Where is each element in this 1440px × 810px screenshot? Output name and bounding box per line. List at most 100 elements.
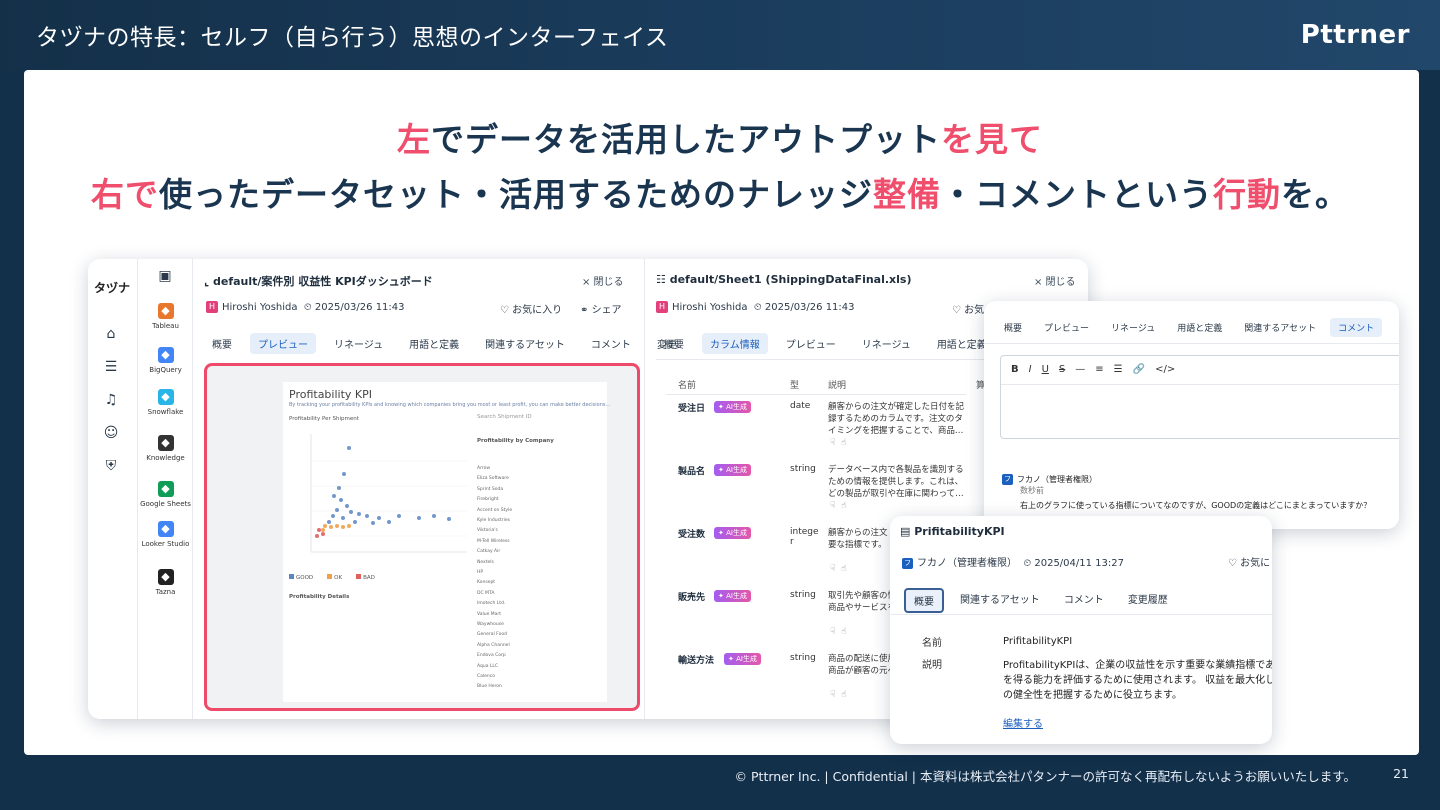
company-row[interactable]: Kyle Industries	[477, 518, 510, 523]
company-row[interactable]: HP	[477, 570, 483, 575]
tab-2[interactable]: リネージュ	[1103, 318, 1163, 337]
thumbs-down-icon[interactable]: ☟	[830, 564, 835, 574]
thumbs-up-icon[interactable]: ☝	[841, 438, 846, 448]
shipment-search[interactable]: Search Shipment ID	[477, 414, 532, 420]
toolbar-button-7[interactable]: 🔗	[1133, 364, 1145, 375]
headline-segment: 右で	[91, 175, 159, 214]
company-row[interactable]: Alpha Channel	[477, 643, 510, 648]
tab-1[interactable]: プレビュー	[1036, 318, 1097, 337]
source-1[interactable]: ◆ BigQuery	[138, 347, 193, 374]
thumbs-down-icon[interactable]: ☟	[830, 501, 835, 511]
company-row[interactable]: General Food	[477, 632, 507, 637]
edit-link[interactable]: 編集する	[1003, 715, 1043, 730]
column-name: 受注数	[678, 530, 706, 540]
company-row[interactable]: Sprint Soda	[477, 487, 503, 492]
tab-1[interactable]: プレビュー	[250, 333, 316, 354]
feedback-buttons: ☟ ☝	[830, 627, 847, 637]
tab-3[interactable]: 変更履歴	[1120, 588, 1176, 613]
headline-line-2: 右で使ったデータセット・活用するためのナレッジ整備・コメントという行動を。	[0, 168, 1440, 216]
database-icon[interactable]: ☰	[102, 358, 120, 376]
sheet-favorite-button[interactable]: ♡ お気	[952, 301, 984, 316]
company-row[interactable]: Waywhouse	[477, 622, 504, 627]
tab-0[interactable]: 概要	[996, 318, 1030, 337]
toolbar-button-2[interactable]: U	[1042, 364, 1049, 375]
source-label: Google Sheets	[140, 500, 191, 508]
source-3[interactable]: ◆ Knowledge	[138, 435, 193, 462]
comment-editor[interactable]: B I U S — ≡ ☰ 🔗 </>	[1000, 355, 1399, 439]
thumbs-up-icon[interactable]: ☝	[841, 501, 846, 511]
company-row[interactable]: Value Mart	[477, 612, 501, 617]
kpi-window: ▤ PrifitabilityKPI フフカノ（管理者権限） ⏲ 2025/04…	[890, 516, 1272, 744]
company-row[interactable]: Endova Corp	[477, 653, 506, 658]
company-row[interactable]: Accent on Style	[477, 508, 512, 513]
company-row[interactable]: Viktoria's	[477, 528, 498, 533]
source-0[interactable]: ◆ Tableau	[138, 303, 193, 330]
company-row[interactable]: Firebright	[477, 497, 498, 502]
source-5[interactable]: ◆ Looker Studio	[138, 521, 193, 548]
thumbs-up-icon[interactable]: ☝	[841, 627, 846, 637]
tab-5[interactable]: コメント	[1330, 318, 1383, 337]
tab-2[interactable]: プレビュー	[778, 333, 844, 354]
toolbar-button-6[interactable]: ☰	[1114, 364, 1123, 375]
tab-0[interactable]: 概要	[904, 588, 944, 613]
users-icon[interactable]: ☺	[102, 424, 120, 442]
tab-1[interactable]: カラム情報	[702, 333, 768, 354]
dashboard-favorite-button[interactable]: ♡ お気に入り	[500, 301, 562, 316]
tab-1[interactable]: 関連するアセット	[952, 588, 1048, 613]
toolbar-button-4[interactable]: —	[1075, 364, 1085, 375]
company-row[interactable]: Konsept	[477, 580, 495, 585]
tab-3[interactable]: 用語と定義	[1169, 318, 1230, 337]
company-row[interactable]: M-Tell Wireless	[477, 539, 510, 544]
bell-icon[interactable]: ♫	[102, 391, 120, 409]
table-icon: ☷	[656, 273, 670, 286]
tab-5[interactable]: コメント	[583, 333, 639, 354]
name-value: PrifitabilityKPI	[1003, 636, 1073, 647]
toolbar-button-1[interactable]: I	[1029, 364, 1032, 375]
headline-segment: ・コメントという	[941, 175, 1213, 214]
thumbs-up-icon[interactable]: ☝	[841, 690, 846, 700]
thumbs-down-icon[interactable]: ☟	[830, 627, 835, 637]
tab-4[interactable]: 関連するアセット	[1236, 318, 1324, 337]
company-row[interactable]: Eliza Software	[477, 476, 509, 481]
kpi-favorite-button[interactable]: ♡ お気に	[1228, 554, 1270, 569]
company-row[interactable]: Blue Heron	[477, 684, 502, 689]
tab-3[interactable]: 用語と定義	[401, 333, 467, 354]
shield-icon[interactable]: ⛨	[102, 457, 120, 475]
toolbar-button-5[interactable]: ≡	[1095, 364, 1103, 375]
tab-2[interactable]: リネージュ	[326, 333, 391, 354]
company-row[interactable]: Catkay Air	[477, 549, 500, 554]
toolbar-button-8[interactable]: </>	[1155, 364, 1175, 375]
tab-4[interactable]: 関連するアセット	[477, 333, 573, 354]
company-row[interactable]: DC MTA	[477, 591, 494, 596]
tab-0[interactable]: 概要	[204, 333, 240, 354]
source-2[interactable]: ◆ Snowflake	[138, 389, 193, 416]
desc-line-3: の健全性を把握するために役立ちます。	[1003, 690, 1182, 701]
thumbs-up-icon[interactable]: ☝	[841, 564, 846, 574]
company-row[interactable]: Arrow	[477, 466, 490, 471]
tab-0[interactable]: 概要	[656, 333, 692, 354]
home-icon[interactable]: ⌂	[102, 325, 120, 343]
company-row[interactable]: Imotech Ltd.	[477, 601, 505, 606]
thumbs-down-icon[interactable]: ☟	[830, 690, 835, 700]
kpi-meta: フフカノ（管理者権限） ⏲ 2025/04/11 13:27	[902, 557, 1124, 569]
company-row[interactable]: Nextels	[477, 560, 494, 565]
column-name: 販売先	[678, 593, 706, 603]
company-row[interactable]: Calenco	[477, 674, 495, 679]
scatter-label: Profitability Per Shipment	[289, 416, 359, 422]
dashboard-close-button[interactable]: × 閉じる	[582, 273, 624, 288]
company-row[interactable]: Aqua LLC	[477, 664, 498, 669]
name-label: 名前	[922, 638, 942, 649]
legend-item: GOOD	[289, 574, 313, 581]
dashboard-share-button[interactable]: ⚭ シェア	[580, 301, 622, 316]
tab-2[interactable]: コメント	[1056, 588, 1112, 613]
tab-3[interactable]: リネージュ	[854, 333, 919, 354]
toolbar-button-0[interactable]: B	[1011, 364, 1019, 375]
source-6[interactable]: ◆ Tazna	[138, 569, 193, 596]
feedback-buttons: ☟ ☝	[830, 690, 847, 700]
thumbs-down-icon[interactable]: ☟	[830, 438, 835, 448]
sidebar-toggle-icon[interactable]: ▣	[156, 267, 174, 285]
sheet-close-button[interactable]: × 閉じる	[1034, 273, 1076, 288]
toolbar-button-3[interactable]: S	[1059, 364, 1065, 375]
source-4[interactable]: ◆ Google Sheets	[138, 481, 193, 508]
avatar: フ	[1002, 474, 1013, 485]
